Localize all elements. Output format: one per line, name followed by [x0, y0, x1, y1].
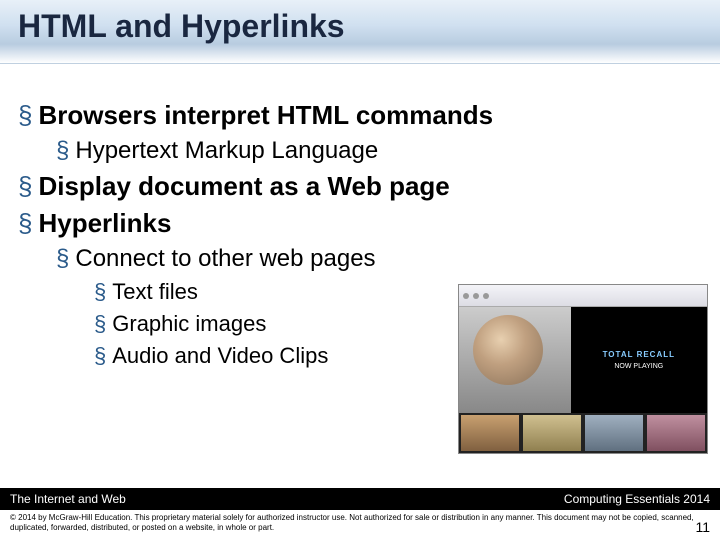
slide-title: HTML and Hyperlinks: [18, 8, 345, 45]
bullet-level1: Browsers interpret HTML commands: [18, 100, 702, 131]
footer-bar: The Internet and Web Computing Essential…: [0, 488, 720, 510]
thumb-right-sub: NOW PLAYING: [614, 363, 663, 370]
webpage-screenshot: TOTAL RECALL NOW PLAYING: [458, 284, 708, 454]
thumb-browser-chrome: [459, 285, 707, 307]
bullet-level1: Hyperlinks: [18, 208, 702, 239]
footer-left-text: The Internet and Web: [10, 492, 126, 506]
footer: The Internet and Web Computing Essential…: [0, 488, 720, 540]
slide: HTML and Hyperlinks Browsers interpret H…: [0, 0, 720, 540]
footer-right-text: Computing Essentials 2014: [564, 492, 710, 506]
thumb-face-graphic: [473, 315, 543, 385]
bullet-level1: Display document as a Web page: [18, 171, 702, 202]
thumb-right-title: TOTAL RECALL: [603, 350, 675, 359]
bullet-level2: Connect to other web pages: [56, 245, 702, 273]
thumb-movie-panel: TOTAL RECALL NOW PLAYING: [571, 307, 707, 413]
page-number: 11: [695, 519, 710, 536]
thumb-main-image: [459, 307, 571, 413]
bullet-level2: Hypertext Markup Language: [56, 137, 702, 165]
thumb-thumbnail-strip: [459, 413, 707, 453]
copyright-text: © 2014 by McGraw-Hill Education. This pr…: [10, 513, 694, 532]
thumb-body: TOTAL RECALL NOW PLAYING: [459, 307, 707, 453]
footer-copyright-area: © 2014 by McGraw-Hill Education. This pr…: [0, 510, 720, 540]
